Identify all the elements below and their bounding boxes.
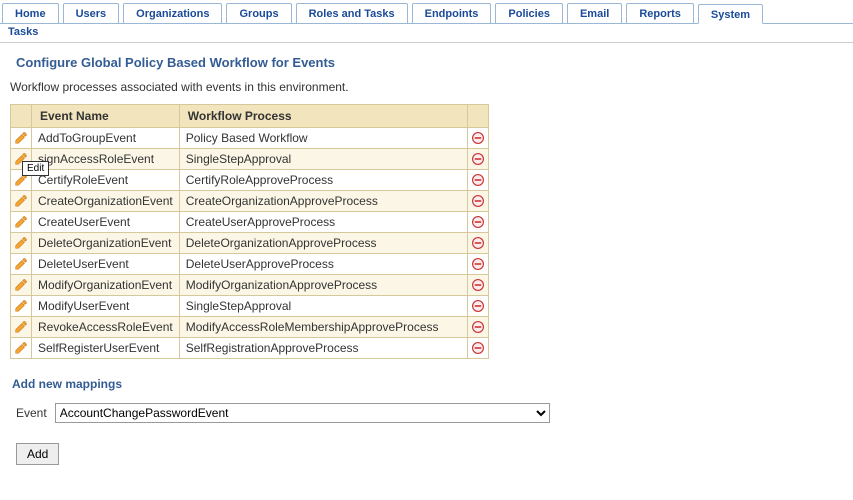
event-name-cell: ModifyOrganizationEvent: [32, 275, 180, 296]
page-title: Configure Global Policy Based Workflow f…: [16, 55, 843, 70]
delete-row-button[interactable]: [467, 296, 488, 317]
pencil-icon: [14, 299, 28, 313]
event-name-cell: DeleteUserEvent: [32, 254, 180, 275]
tab-email[interactable]: Email: [567, 3, 622, 23]
table-row: CreateUserEventCreateUserApproveProcess: [11, 212, 489, 233]
table-row: signAccessRoleEventSingleStepApproval: [11, 149, 489, 170]
pencil-icon: [14, 236, 28, 250]
table-row: SelfRegisterUserEventSelfRegistrationApp…: [11, 338, 489, 359]
workflow-process-cell: ModifyOrganizationApproveProcess: [179, 275, 467, 296]
delete-row-button[interactable]: [467, 170, 488, 191]
event-name-cell: DeleteOrganizationEvent: [32, 233, 180, 254]
edit-row-button[interactable]: [11, 296, 32, 317]
workflow-mappings-table: Event Name Workflow Process AddToGroupEv…: [10, 104, 489, 359]
edit-row-button[interactable]: [11, 317, 32, 338]
edit-row-button[interactable]: [11, 338, 32, 359]
tab-organizations[interactable]: Organizations: [123, 3, 222, 23]
tab-policies[interactable]: Policies: [495, 3, 563, 23]
table-row: RevokeAccessRoleEventModifyAccessRoleMem…: [11, 317, 489, 338]
content-area: Configure Global Policy Based Workflow f…: [0, 43, 853, 473]
edit-row-button[interactable]: [11, 212, 32, 233]
col-workflow-process: Workflow Process: [179, 105, 467, 128]
edit-row-button[interactable]: [11, 233, 32, 254]
workflow-process-cell: SingleStepApproval: [179, 296, 467, 317]
event-name-cell: SelfRegisterUserEvent: [32, 338, 180, 359]
pencil-icon: [14, 278, 28, 292]
add-mapping-form: Event AccountChangePasswordEvent: [16, 403, 843, 423]
tab-users[interactable]: Users: [63, 3, 120, 23]
workflow-process-cell: SingleStepApproval: [179, 149, 467, 170]
tab-roles-tasks[interactable]: Roles and Tasks: [296, 3, 408, 23]
table-row: AddToGroupEventPolicy Based Workflow: [11, 128, 489, 149]
remove-icon: [471, 173, 485, 187]
remove-icon: [471, 299, 485, 313]
table-row: DeleteUserEventDeleteUserApproveProcess: [11, 254, 489, 275]
delete-row-button[interactable]: [467, 149, 488, 170]
table-row: DeleteOrganizationEventDeleteOrganizatio…: [11, 233, 489, 254]
edit-row-button[interactable]: [11, 254, 32, 275]
delete-row-button[interactable]: [467, 254, 488, 275]
tab-system[interactable]: System: [698, 4, 763, 24]
table-row: ModifyUserEventSingleStepApproval: [11, 296, 489, 317]
delete-row-button[interactable]: [467, 128, 488, 149]
workflow-process-cell: CreateUserApproveProcess: [179, 212, 467, 233]
edit-row-button[interactable]: [11, 128, 32, 149]
tab-home[interactable]: Home: [2, 3, 59, 23]
event-select[interactable]: AccountChangePasswordEvent: [55, 403, 550, 423]
remove-icon: [471, 236, 485, 250]
table-row: CertifyRoleEventCertifyRoleApproveProces…: [11, 170, 489, 191]
delete-row-button[interactable]: [467, 212, 488, 233]
workflow-process-cell: CreateOrganizationApproveProcess: [179, 191, 467, 212]
add-mappings-title: Add new mappings: [12, 377, 843, 391]
remove-icon: [471, 278, 485, 292]
page-desc: Workflow processes associated with event…: [10, 80, 843, 94]
pencil-icon: [14, 320, 28, 334]
remove-icon: [471, 215, 485, 229]
tab-endpoints[interactable]: Endpoints: [412, 3, 492, 23]
edit-row-button[interactable]: [11, 275, 32, 296]
event-name-cell: CertifyRoleEvent: [32, 170, 180, 191]
workflow-process-cell: CertifyRoleApproveProcess: [179, 170, 467, 191]
event-name-cell: CreateUserEvent: [32, 212, 180, 233]
event-name-cell: CreateOrganizationEvent: [32, 191, 180, 212]
workflow-process-cell: SelfRegistrationApproveProcess: [179, 338, 467, 359]
workflow-process-cell: DeleteUserApproveProcess: [179, 254, 467, 275]
col-edit: [11, 105, 32, 128]
pencil-icon: [14, 131, 28, 145]
pencil-icon: [14, 215, 28, 229]
remove-icon: [471, 320, 485, 334]
workflow-process-cell: ModifyAccessRoleMembershipApproveProcess: [179, 317, 467, 338]
delete-row-button[interactable]: [467, 191, 488, 212]
tab-groups[interactable]: Groups: [226, 3, 291, 23]
table-row: CreateOrganizationEventCreateOrganizatio…: [11, 191, 489, 212]
edit-tooltip: Edit: [22, 161, 49, 176]
delete-row-button[interactable]: [467, 233, 488, 254]
delete-row-button[interactable]: [467, 317, 488, 338]
remove-icon: [471, 257, 485, 271]
nav-tabs: Home Users Organizations Groups Roles an…: [0, 0, 853, 24]
workflow-process-cell: DeleteOrganizationApproveProcess: [179, 233, 467, 254]
pencil-icon: [14, 257, 28, 271]
event-name-cell: AddToGroupEvent: [32, 128, 180, 149]
delete-row-button[interactable]: [467, 338, 488, 359]
remove-icon: [471, 341, 485, 355]
event-name-cell: signAccessRoleEvent: [32, 149, 180, 170]
workflow-process-cell: Policy Based Workflow: [179, 128, 467, 149]
event-label: Event: [16, 406, 47, 420]
event-name-cell: ModifyUserEvent: [32, 296, 180, 317]
delete-row-button[interactable]: [467, 275, 488, 296]
edit-row-button[interactable]: [11, 191, 32, 212]
add-button[interactable]: Add: [16, 443, 59, 465]
col-event-name: Event Name: [32, 105, 180, 128]
event-name-cell: RevokeAccessRoleEvent: [32, 317, 180, 338]
tab-reports[interactable]: Reports: [626, 3, 694, 23]
remove-icon: [471, 152, 485, 166]
pencil-icon: [14, 341, 28, 355]
remove-icon: [471, 131, 485, 145]
table-row: ModifyOrganizationEventModifyOrganizatio…: [11, 275, 489, 296]
pencil-icon: [14, 194, 28, 208]
col-delete: [467, 105, 488, 128]
remove-icon: [471, 194, 485, 208]
subnav-tasks[interactable]: Tasks: [0, 24, 853, 43]
